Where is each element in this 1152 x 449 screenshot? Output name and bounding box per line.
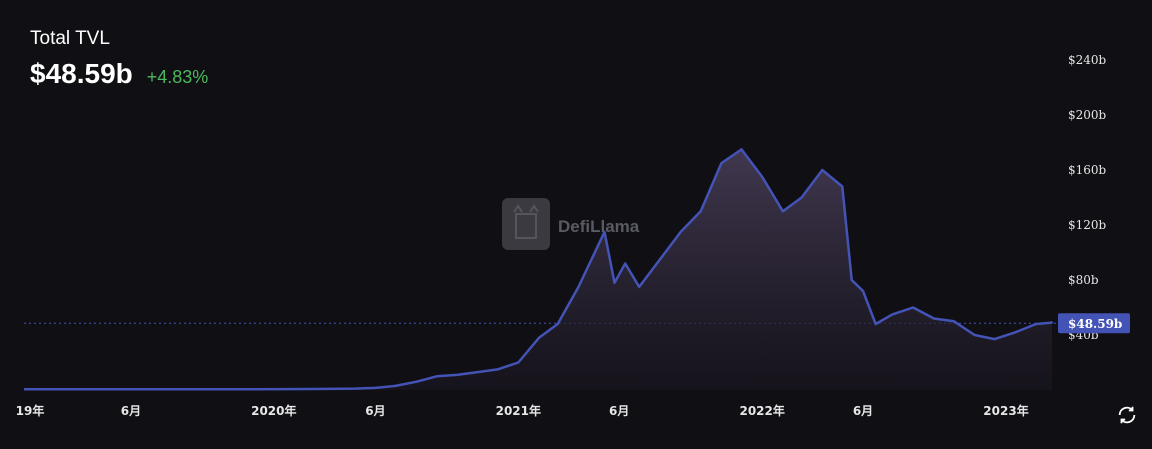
tvl-area-chart[interactable]: DefiLlama $240b$200b$160b$120b$80b$40b 1… (0, 0, 1152, 449)
x-tick-label: 6月 (121, 404, 141, 418)
x-tick-label: 2021年 (496, 403, 541, 418)
watermark: DefiLlama (502, 198, 640, 250)
y-tick-label: $160b (1068, 163, 1107, 177)
y-tick-label: $240b (1068, 53, 1107, 67)
x-tick-label: 6月 (365, 404, 385, 418)
refresh-icon[interactable] (1116, 404, 1138, 426)
y-tick-label: $80b (1068, 273, 1099, 287)
current-value-label: $48.59b (1068, 317, 1122, 331)
x-tick-label: 6月 (853, 404, 873, 418)
watermark-text: DefiLlama (558, 217, 640, 236)
llama-logo-icon (502, 198, 550, 250)
x-tick-label: 19年 (16, 403, 45, 418)
area-fill (24, 149, 1052, 390)
x-tick-label: 6月 (609, 404, 629, 418)
x-tick-label: 2023年 (983, 403, 1028, 418)
current-value-badge: $48.59b (1058, 313, 1130, 334)
y-tick-label: $200b (1068, 108, 1107, 122)
x-tick-label: 2022年 (739, 403, 784, 418)
y-tick-label: $120b (1068, 218, 1107, 232)
x-tick-label: 2020年 (251, 403, 296, 418)
